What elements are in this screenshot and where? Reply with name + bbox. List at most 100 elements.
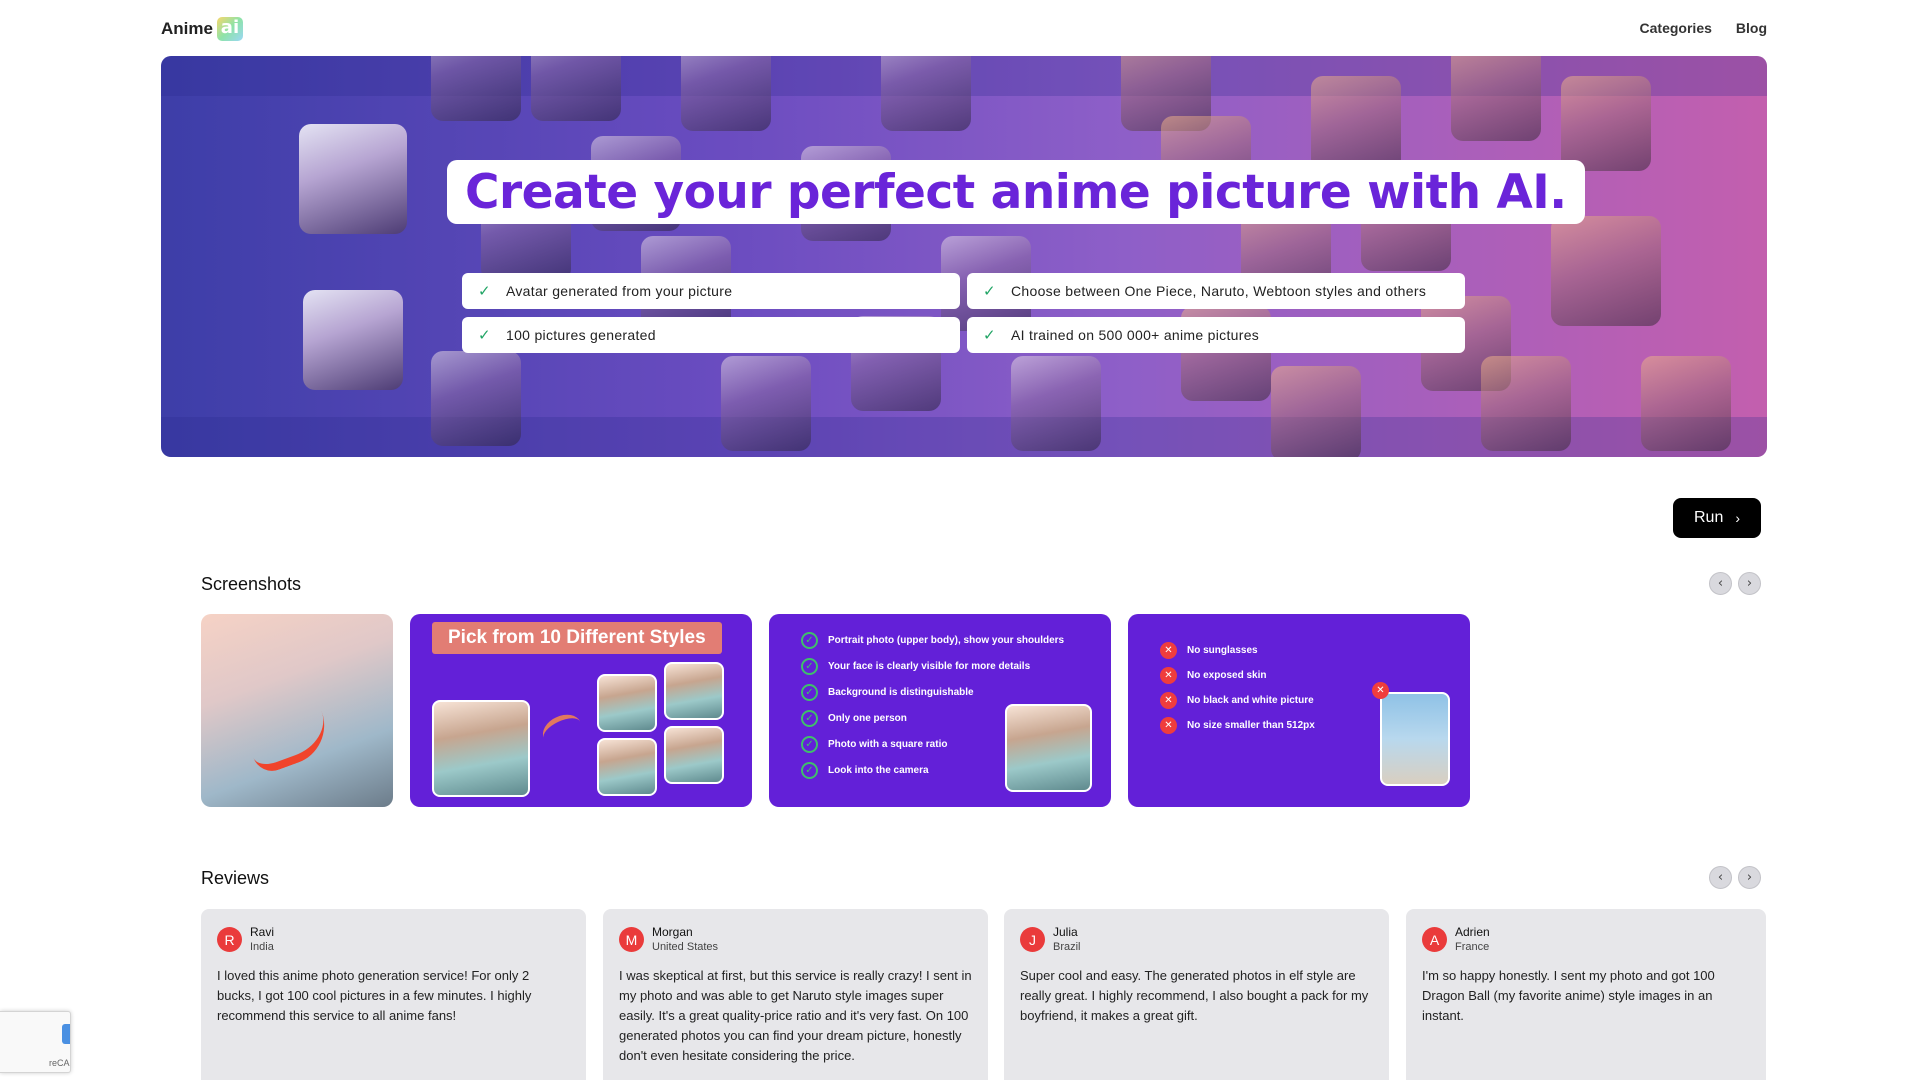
- styles-heading: Pick from 10 Different Styles: [432, 622, 722, 654]
- reviewer-name: Ravi: [250, 925, 275, 939]
- rule-text: No black and white picture: [1187, 695, 1314, 706]
- check-icon: ✓: [478, 327, 491, 344]
- feature-item: ✓ Choose between One Piece, Naruto, Webt…: [967, 273, 1465, 309]
- review-text: I loved this anime photo generation serv…: [217, 968, 532, 1023]
- rule-text: Only one person: [828, 713, 907, 724]
- review-card: M Morgan United States I was skeptical a…: [603, 909, 988, 1080]
- check-icon: ✓: [801, 736, 818, 753]
- feature-text: 100 pictures generated: [506, 327, 656, 343]
- hero-title: Create your perfect anime picture with A…: [447, 160, 1585, 224]
- reviewer-country: France: [1455, 941, 1490, 953]
- rule-text: Portrait photo (upper body), show your s…: [828, 635, 1065, 646]
- nav-blog-link[interactable]: Blog: [1736, 20, 1767, 36]
- reviews-carousel-controls: ‹ ›: [1709, 866, 1761, 889]
- hero-banner: Create your perfect anime picture with A…: [161, 56, 1767, 457]
- chevron-left-icon[interactable]: ‹: [1709, 866, 1732, 889]
- avatar: M: [619, 927, 644, 952]
- hero-background-collage: [161, 56, 1767, 457]
- avatar: A: [1422, 927, 1447, 952]
- recaptcha-text: reCA: [49, 1058, 70, 1068]
- feature-text: Choose between One Piece, Naruto, Webtoo…: [1011, 283, 1427, 299]
- feature-item: ✓ Avatar generated from your picture: [462, 273, 960, 309]
- recaptcha-badge[interactable]: reCA: [0, 1011, 71, 1073]
- feature-item: ✓ AI trained on 500 000+ anime pictures: [967, 317, 1465, 353]
- chevron-left-icon[interactable]: ‹: [1709, 572, 1732, 595]
- screenshot-card-photo-rules[interactable]: ✓ Portrait photo (upper body), show your …: [769, 614, 1111, 807]
- chevron-right-icon: ›: [1735, 510, 1741, 526]
- rule-item: ✓ Photo with a square ratio: [801, 736, 947, 753]
- x-circle-icon: ✕: [1160, 692, 1177, 709]
- review-header: M Morgan United States: [619, 925, 972, 954]
- x-circle-icon: ✕: [1160, 642, 1177, 659]
- logo-ai-badge: ai: [216, 17, 243, 41]
- avatar: R: [217, 927, 242, 952]
- avatar: J: [1020, 927, 1045, 952]
- screenshot-card-styles[interactable]: Pick from 10 Different Styles: [410, 614, 752, 807]
- rule-text: No size smaller than 512px: [1187, 720, 1315, 731]
- reviewer-country: United States: [652, 941, 719, 953]
- review-header: A Adrien France: [1422, 925, 1750, 954]
- rule-item: ✕ No sunglasses: [1160, 642, 1258, 659]
- rule-text: No sunglasses: [1187, 645, 1258, 656]
- style-thumbnail: [597, 738, 657, 796]
- feature-text: Avatar generated from your picture: [506, 283, 733, 299]
- rule-text: Your face is clearly visible for more de…: [828, 661, 1031, 672]
- recaptcha-icon: [62, 1024, 70, 1044]
- reviewer-name: Morgan: [652, 925, 693, 939]
- reviews-heading: Reviews: [201, 868, 270, 888]
- rule-item: ✕ No black and white picture: [1160, 692, 1314, 709]
- hero-title-text: Create your perfect anime picture with A…: [465, 164, 1567, 220]
- rule-item: ✕ No size smaller than 512px: [1160, 717, 1315, 734]
- screenshots-heading: Screenshots: [201, 574, 302, 594]
- check-icon: ✓: [801, 658, 818, 675]
- screenshot-card-photo-donts[interactable]: ✕ No sunglasses ✕ No exposed skin ✕ No blac…: [1128, 614, 1470, 807]
- arrow-icon: [537, 708, 587, 752]
- check-icon: ✓: [801, 710, 818, 727]
- reviewer-country: India: [250, 941, 274, 953]
- reviewer-name: Adrien: [1455, 925, 1490, 939]
- sample-photo: [1380, 692, 1450, 786]
- check-icon: ✓: [801, 684, 818, 701]
- run-button[interactable]: Run ›: [1673, 498, 1761, 538]
- screenshot-card-before-after[interactable]: [201, 614, 393, 807]
- rule-text: Photo with a square ratio: [828, 739, 948, 750]
- style-thumbnail: [664, 662, 724, 720]
- review-text: I'm so happy honestly. I sent my photo a…: [1422, 968, 1715, 1023]
- sample-photo: [432, 700, 530, 797]
- rule-item: ✓ Your face is clearly visible for more d…: [801, 658, 1030, 675]
- reviewer-name: Julia: [1053, 925, 1078, 939]
- top-navigation: Anime ai Categories Blog: [161, 17, 1767, 41]
- review-header: R Ravi India: [217, 925, 570, 954]
- bad-photo-marker: ✕: [1372, 682, 1389, 699]
- check-icon: ✓: [478, 283, 491, 300]
- rule-item: ✓ Background is distinguishable: [801, 684, 974, 701]
- chevron-right-icon[interactable]: ›: [1738, 572, 1761, 595]
- screenshots-carousel-controls: ‹ ›: [1709, 572, 1761, 595]
- check-icon: ✓: [983, 283, 996, 300]
- logo[interactable]: Anime ai: [161, 17, 243, 41]
- review-text: Super cool and easy. The generated photo…: [1020, 968, 1369, 1023]
- reviewer-country: Brazil: [1053, 941, 1081, 953]
- sample-photo: [1005, 704, 1092, 792]
- x-circle-icon: ✕: [1160, 667, 1177, 684]
- run-button-label: Run: [1693, 509, 1724, 526]
- rule-item: ✓ Look into the camera: [801, 762, 929, 779]
- review-text: I was skeptical at first, but this servi…: [619, 968, 972, 1063]
- chevron-right-icon[interactable]: ›: [1738, 866, 1761, 889]
- feature-item: ✓ 100 pictures generated: [462, 317, 960, 353]
- nav-categories-link[interactable]: Categories: [1640, 20, 1712, 36]
- review-card: J Julia Brazil Super cool and easy. The …: [1004, 909, 1389, 1080]
- feature-text: AI trained on 500 000+ anime pictures: [1011, 327, 1260, 343]
- logo-text: Anime: [161, 19, 213, 38]
- x-circle-icon: ✕: [1160, 717, 1177, 734]
- check-icon: ✓: [983, 327, 996, 344]
- review-card: A Adrien France I'm so happy honestly. I…: [1406, 909, 1766, 1080]
- x-circle-icon: ✕: [1372, 682, 1389, 699]
- check-icon: ✓: [801, 762, 818, 779]
- style-thumbnail: [664, 726, 724, 784]
- style-thumbnail: [597, 674, 657, 732]
- nav-links: Categories Blog: [1640, 20, 1767, 36]
- rule-item: ✓ Only one person: [801, 710, 907, 727]
- review-header: J Julia Brazil: [1020, 925, 1373, 954]
- check-icon: ✓: [801, 632, 818, 649]
